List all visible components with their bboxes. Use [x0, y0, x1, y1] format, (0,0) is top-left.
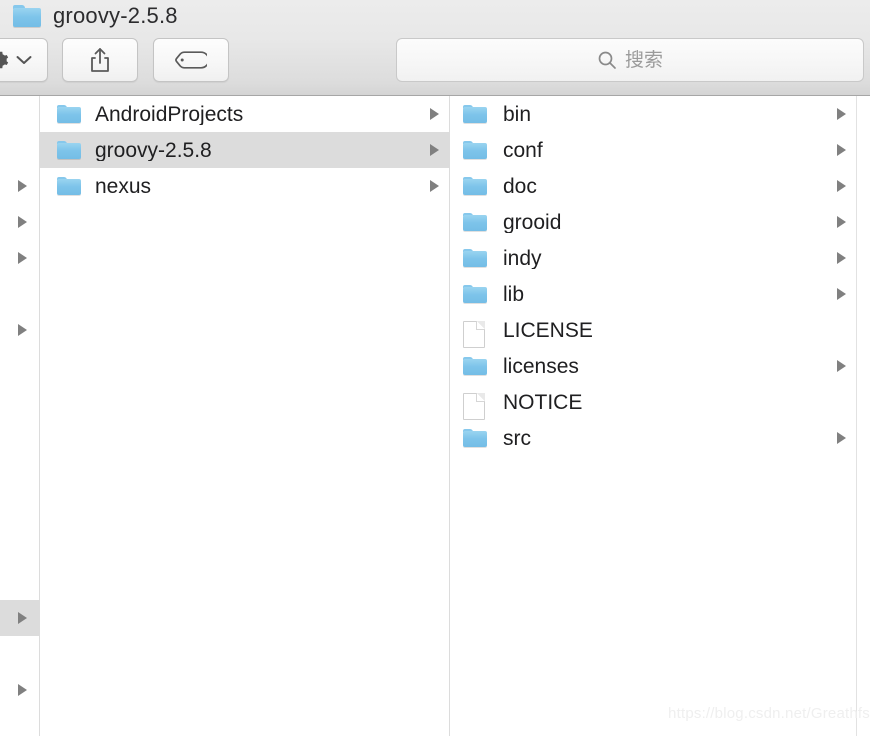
folder-icon	[463, 356, 487, 376]
folder-icon	[463, 284, 487, 304]
list-item-label: bin	[503, 103, 532, 125]
column-3[interactable]: bin conf doc grooid indy lib LICENSE licenses NO…	[450, 96, 857, 736]
folder-icon	[463, 176, 487, 196]
folder-icon	[463, 140, 487, 160]
chevron-right-icon	[837, 144, 846, 156]
search-input[interactable]: 搜索	[396, 38, 864, 82]
chevron-right-icon	[430, 108, 439, 120]
list-item[interactable]	[0, 132, 39, 168]
list-item-label: LICENSE	[503, 319, 593, 341]
toolbar: groovy-2.5.8 搜索	[0, 0, 870, 96]
action-gear-button[interactable]	[0, 38, 48, 82]
chevron-right-icon	[18, 612, 27, 624]
list-item-label: AndroidProjects	[95, 103, 244, 125]
folder-icon	[463, 428, 487, 448]
column-1[interactable]	[0, 96, 40, 736]
chevron-right-icon	[18, 684, 27, 696]
share-button[interactable]	[62, 38, 138, 82]
list-item[interactable]	[0, 564, 39, 600]
list-item[interactable]	[0, 312, 39, 348]
list-item[interactable]: src	[450, 420, 856, 456]
finder-window: groovy-2.5.8 搜索 AndroidProjects groovy-2…	[0, 0, 870, 736]
chevron-right-icon	[18, 180, 27, 192]
chevron-right-icon	[837, 252, 846, 264]
list-item-label: grooid	[503, 211, 562, 233]
chevron-down-icon	[16, 55, 32, 65]
list-item[interactable]: AndroidProjects	[40, 96, 449, 132]
tag-button[interactable]	[153, 38, 229, 82]
chevron-right-icon	[18, 324, 27, 336]
chevron-right-icon	[430, 144, 439, 156]
chevron-right-icon	[18, 252, 27, 264]
list-item-label: conf	[503, 139, 543, 161]
list-item[interactable]	[0, 492, 39, 528]
list-item-label: src	[503, 427, 531, 449]
list-item[interactable]: LICENSE	[450, 312, 856, 348]
file-icon	[463, 392, 487, 420]
list-item[interactable]: grooid	[450, 204, 856, 240]
folder-icon	[57, 104, 81, 124]
list-item[interactable]	[0, 600, 39, 636]
chevron-right-icon	[837, 432, 846, 444]
chevron-right-icon	[837, 108, 846, 120]
list-item[interactable]	[0, 348, 39, 384]
title-bar: groovy-2.5.8	[0, 0, 870, 32]
list-item[interactable]: nexus	[40, 168, 449, 204]
list-item-label: nexus	[95, 175, 152, 197]
search-icon	[597, 50, 617, 70]
window-title: groovy-2.5.8	[53, 3, 178, 28]
folder-icon	[57, 140, 81, 160]
list-item[interactable]: doc	[450, 168, 856, 204]
list-item-label: groovy-2.5.8	[95, 139, 212, 161]
list-item[interactable]	[0, 384, 39, 420]
folder-icon	[463, 248, 487, 268]
folder-icon	[463, 104, 487, 124]
column-browser: AndroidProjects groovy-2.5.8 nexus bin conf…	[0, 96, 870, 736]
chevron-right-icon	[430, 180, 439, 192]
list-item[interactable]	[0, 204, 39, 240]
column-2[interactable]: AndroidProjects groovy-2.5.8 nexus	[40, 96, 450, 736]
chevron-right-icon	[837, 216, 846, 228]
list-item-label: licenses	[503, 355, 579, 377]
chevron-right-icon	[837, 288, 846, 300]
list-item[interactable]	[0, 96, 39, 132]
list-item[interactable]: bin	[450, 96, 856, 132]
list-item-label: indy	[503, 247, 542, 269]
list-item[interactable]	[0, 456, 39, 492]
share-icon	[88, 47, 112, 73]
list-item-label: doc	[503, 175, 537, 197]
folder-icon	[57, 176, 81, 196]
list-item[interactable]	[0, 240, 39, 276]
list-item[interactable]: conf	[450, 132, 856, 168]
list-item[interactable]	[0, 528, 39, 564]
gear-icon	[0, 49, 10, 71]
tag-icon	[175, 50, 207, 70]
list-item[interactable]: licenses	[450, 348, 856, 384]
list-item[interactable]	[0, 672, 39, 708]
file-icon	[463, 320, 487, 348]
list-item[interactable]: groovy-2.5.8	[40, 132, 449, 168]
chevron-right-icon	[837, 180, 846, 192]
folder-icon	[463, 212, 487, 232]
list-item-label: lib	[503, 283, 525, 305]
chevron-right-icon	[18, 216, 27, 228]
list-item-label: NOTICE	[503, 391, 583, 413]
folder-icon	[13, 5, 41, 27]
list-item[interactable]	[0, 168, 39, 204]
column-4[interactable]	[857, 96, 868, 736]
list-item[interactable]: NOTICE	[450, 384, 856, 420]
list-item[interactable]: indy	[450, 240, 856, 276]
list-item[interactable]	[0, 276, 39, 312]
list-item[interactable]: lib	[450, 276, 856, 312]
list-item[interactable]	[0, 636, 39, 672]
toolbar-buttons: 搜索	[0, 34, 870, 90]
search-placeholder: 搜索	[624, 49, 663, 71]
chevron-right-icon	[837, 360, 846, 372]
list-item[interactable]	[0, 420, 39, 456]
